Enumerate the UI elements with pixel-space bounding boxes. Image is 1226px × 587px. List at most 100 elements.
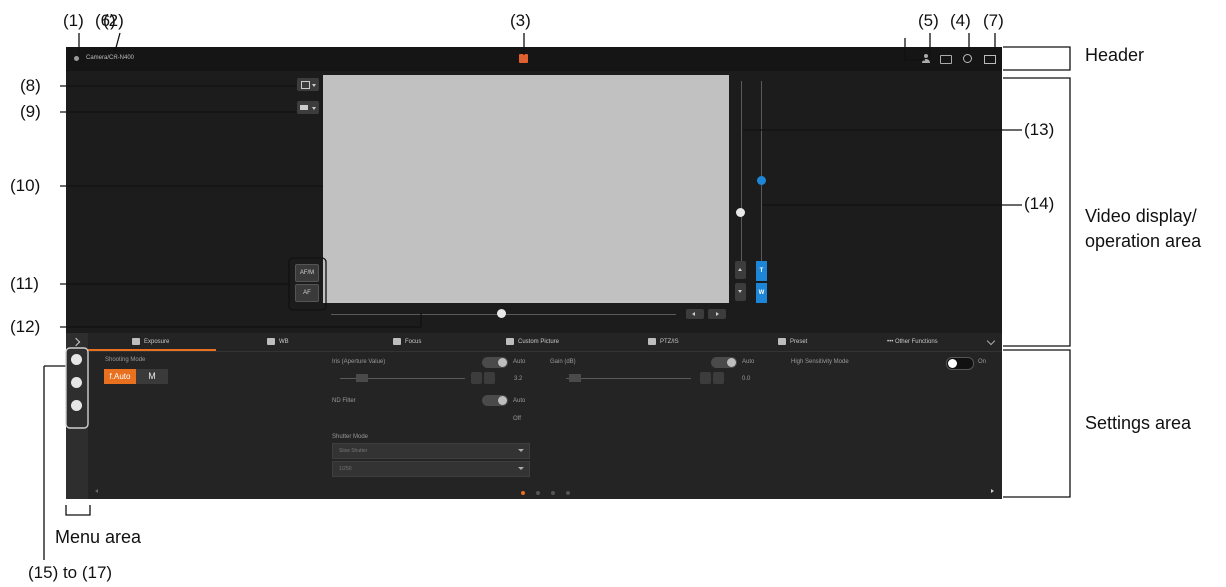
- callout-15-to-17: (15) to (17): [28, 563, 113, 582]
- exposure-icon: [132, 337, 140, 345]
- header-bar: Camera/CR-N400: [66, 47, 1002, 71]
- shutter-mode-select[interactable]: Slow Shutter: [332, 443, 530, 459]
- video-display-area: AF/M AF T W: [66, 71, 1002, 333]
- af-button[interactable]: AF: [295, 284, 319, 302]
- iris-label: Iris (Aperture Value): [332, 359, 386, 365]
- tab-exposure[interactable]: Exposure: [132, 333, 169, 351]
- custom-picture-icon: [506, 337, 514, 345]
- pan-slider-handle[interactable]: [497, 309, 506, 318]
- tilt-up-button[interactable]: [735, 261, 746, 279]
- connection-status-icon: [74, 56, 79, 61]
- iris-value: 3.2: [514, 376, 523, 382]
- zoom-tele-button[interactable]: T: [756, 261, 767, 281]
- high-sens-toggle-knob: [948, 359, 957, 368]
- callout-5: (5): [918, 11, 939, 30]
- settings-gear-icon[interactable]: [71, 400, 82, 411]
- shutter-speed-select[interactable]: 1/250: [332, 461, 530, 477]
- callout-2: (2): [103, 11, 124, 30]
- tab-wb[interactable]: WB: [267, 333, 289, 351]
- gain-slider-handle[interactable]: [569, 374, 581, 382]
- scroll-left-icon[interactable]: [95, 489, 98, 493]
- tab-preset[interactable]: Preset: [778, 333, 807, 351]
- mode-auto-button[interactable]: f.Auto: [104, 369, 136, 384]
- page-dot[interactable]: [536, 491, 540, 495]
- zoom-slider-handle[interactable]: [757, 176, 766, 185]
- record-button[interactable]: [519, 54, 528, 63]
- high-sensitivity-value: On: [978, 359, 987, 365]
- callout-14: (14): [1024, 194, 1055, 213]
- user-icon[interactable]: [921, 54, 930, 63]
- page-dot[interactable]: [566, 491, 570, 495]
- gain-label: Gain (dB): [550, 359, 576, 365]
- nd-auto-toggle[interactable]: [482, 395, 508, 406]
- expand-menu-icon[interactable]: [71, 337, 81, 347]
- gain-auto-toggle[interactable]: [711, 357, 737, 368]
- iris-minus-button[interactable]: [471, 372, 482, 384]
- callout-9: (9): [20, 102, 41, 121]
- tab-focus[interactable]: Focus: [393, 333, 421, 351]
- header-region-label: Header: [1085, 45, 1145, 65]
- settings-area: Exposure WB Focus Custom Picture PTZ/IS …: [66, 333, 1002, 499]
- page-dot[interactable]: [551, 491, 555, 495]
- zoom-slider-track[interactable]: [761, 81, 762, 261]
- callout-12: (12): [10, 317, 41, 336]
- shutter-mode-label: Shutter Mode: [332, 434, 369, 440]
- gain-toggle-knob: [727, 358, 736, 367]
- nd-value: Off: [513, 416, 521, 422]
- callout-8: (8): [20, 76, 41, 95]
- gain-minus-button[interactable]: [700, 372, 711, 384]
- wb-icon: [267, 337, 275, 345]
- iris-plus-button[interactable]: [484, 372, 495, 384]
- high-sensitivity-toggle[interactable]: [946, 357, 974, 370]
- mode-manual-button[interactable]: M: [136, 369, 168, 384]
- scroll-right-icon[interactable]: [991, 489, 994, 493]
- gain-slider-track[interactable]: [566, 378, 691, 379]
- tab-ptz-is[interactable]: PTZ/IS: [648, 333, 679, 351]
- focus-icon: [393, 337, 401, 345]
- gain-plus-button[interactable]: [713, 372, 724, 384]
- iris-auto-toggle[interactable]: [482, 357, 508, 368]
- video-display[interactable]: [323, 75, 729, 303]
- nd-toggle-knob: [498, 396, 507, 405]
- nd-filter-label: ND Filter: [332, 398, 356, 404]
- zoom-wide-button[interactable]: W: [756, 283, 767, 303]
- menu-bar: [66, 333, 88, 499]
- camera-select-icon[interactable]: [71, 354, 82, 365]
- callout-13: (13): [1024, 120, 1055, 139]
- tally-icon[interactable]: [940, 55, 952, 64]
- tab-other-functions[interactable]: ••• Other Functions: [887, 333, 938, 351]
- iris-slider-handle[interactable]: [356, 374, 368, 382]
- page-dot-active[interactable]: [521, 491, 525, 495]
- chevron-down-icon: [518, 467, 524, 470]
- tilt-slider-handle[interactable]: [736, 208, 745, 217]
- view-toggle-button[interactable]: [297, 78, 319, 91]
- tilt-slider-track[interactable]: [741, 81, 742, 261]
- app-window: Camera/CR-N400 AF/M AF T W Exposure WB F…: [66, 47, 1002, 499]
- tilt-down-button[interactable]: [735, 283, 746, 301]
- gain-auto-label: Auto: [742, 359, 755, 365]
- pan-right-button[interactable]: [708, 309, 726, 319]
- af-button-group: AF/M AF: [291, 262, 323, 307]
- camera-name[interactable]: Camera/CR-N400: [86, 55, 134, 61]
- chevron-down-icon: [518, 449, 524, 452]
- pan-left-button[interactable]: [686, 309, 704, 319]
- display-settings-button[interactable]: [297, 101, 319, 114]
- iris-auto-label: Auto: [513, 359, 526, 365]
- tab-custom-picture[interactable]: Custom Picture: [506, 333, 559, 351]
- shutter-mode-value: Slow Shutter: [339, 448, 368, 454]
- callout-4: (4): [950, 11, 971, 30]
- af-mode-button[interactable]: AF/M: [295, 264, 319, 282]
- callout-11: (11): [10, 274, 39, 293]
- nd-auto-label: Auto: [513, 398, 526, 404]
- ptz-icon: [648, 337, 656, 345]
- settings-region-label: Settings area: [1085, 413, 1192, 433]
- layout-icon[interactable]: [984, 55, 996, 64]
- menu-region-label: Menu area: [55, 527, 142, 547]
- callout-10: (10): [10, 176, 41, 195]
- power-icon[interactable]: [963, 54, 972, 63]
- callout-7: (7): [983, 11, 1004, 30]
- high-sensitivity-label: High Sensitivity Mode: [791, 359, 849, 365]
- preset-tab-icon: [778, 337, 786, 345]
- shutter-speed-value: 1/250: [339, 466, 352, 472]
- preset-icon[interactable]: [71, 377, 82, 388]
